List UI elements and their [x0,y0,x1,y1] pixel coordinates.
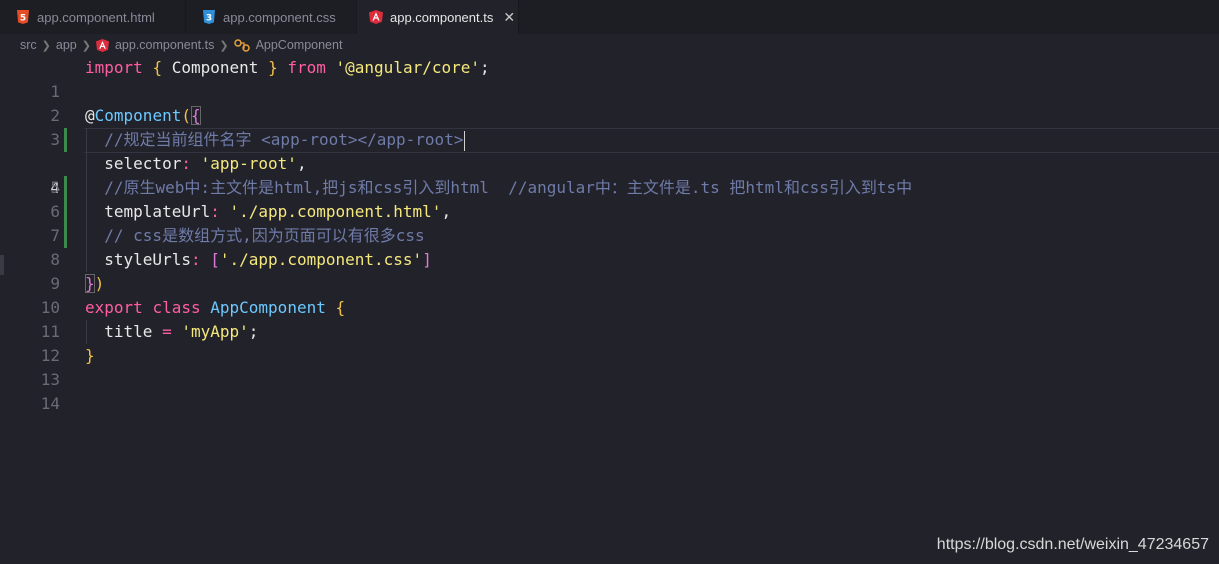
code-line: 1 import { Component } from '@angular/co… [0,56,1219,101]
tab-label: app.component.ts [390,9,494,25]
code-editor[interactable]: 1 import { Component } from '@angular/co… [0,56,1219,564]
chevron-right-icon: ❯ [41,39,51,52]
breadcrumb: src ❯ app ❯ app.component.ts ❯ AppCompon… [0,34,1219,56]
tab-app-component-ts[interactable]: app.component.ts ✕ [357,0,519,34]
code-line-current: 4 //规定当前组件名字 <app-root></app-root> [0,128,1219,197]
tab-app-component-css[interactable]: 3 app.component.css [186,0,357,34]
tab-label: app.component.css [223,9,336,25]
chevron-right-icon: ❯ [81,39,91,52]
tab-bar: 5 app.component.html 3 app.component.css… [0,0,1219,34]
tab-label: app.component.html [37,9,155,25]
class-symbol-icon [233,38,250,52]
code-line: 3 @Component({ [0,104,1219,149]
line-number: 14 [40,394,60,413]
code-line: 9 styleUrls: ['./app.component.css'] [0,248,1219,293]
code-line: 11 export class AppComponent { [0,296,1219,341]
code-line: 10 }) [0,272,1219,317]
html5-icon: 5 [16,10,30,24]
text-cursor [464,130,466,151]
breadcrumb-app[interactable]: app [56,38,77,52]
breadcrumb-file[interactable]: app.component.ts [115,38,214,52]
svg-text:5: 5 [20,14,26,24]
tab-app-component-html[interactable]: 5 app.component.html [0,0,186,34]
breadcrumb-symbol[interactable]: AppComponent [256,38,343,52]
svg-text:3: 3 [206,14,212,24]
angular-icon [369,10,383,24]
code-line: 13 } [0,344,1219,389]
watermark: https://blog.csdn.net/weixin_47234657 [936,536,1209,553]
code-line: 12 title = 'myApp'; [0,320,1219,365]
css3-icon: 3 [202,10,216,24]
code-line: 2 [0,80,1219,125]
angular-icon [95,38,109,52]
code-line: 5 selector: 'app-root', [0,152,1219,197]
code-line: 6 //原生web中:主文件是html,把js和css引入到html //ang… [0,176,1219,221]
code-line: 14 [0,368,1219,413]
chevron-right-icon: ❯ [219,39,229,52]
close-icon[interactable]: ✕ [503,10,515,24]
code-line: 7 templateUrl: './app.component.html', [0,200,1219,245]
breadcrumb-src[interactable]: src [20,38,37,52]
code-line: 8 // css是数组方式,因为页面可以有很多css [0,224,1219,269]
